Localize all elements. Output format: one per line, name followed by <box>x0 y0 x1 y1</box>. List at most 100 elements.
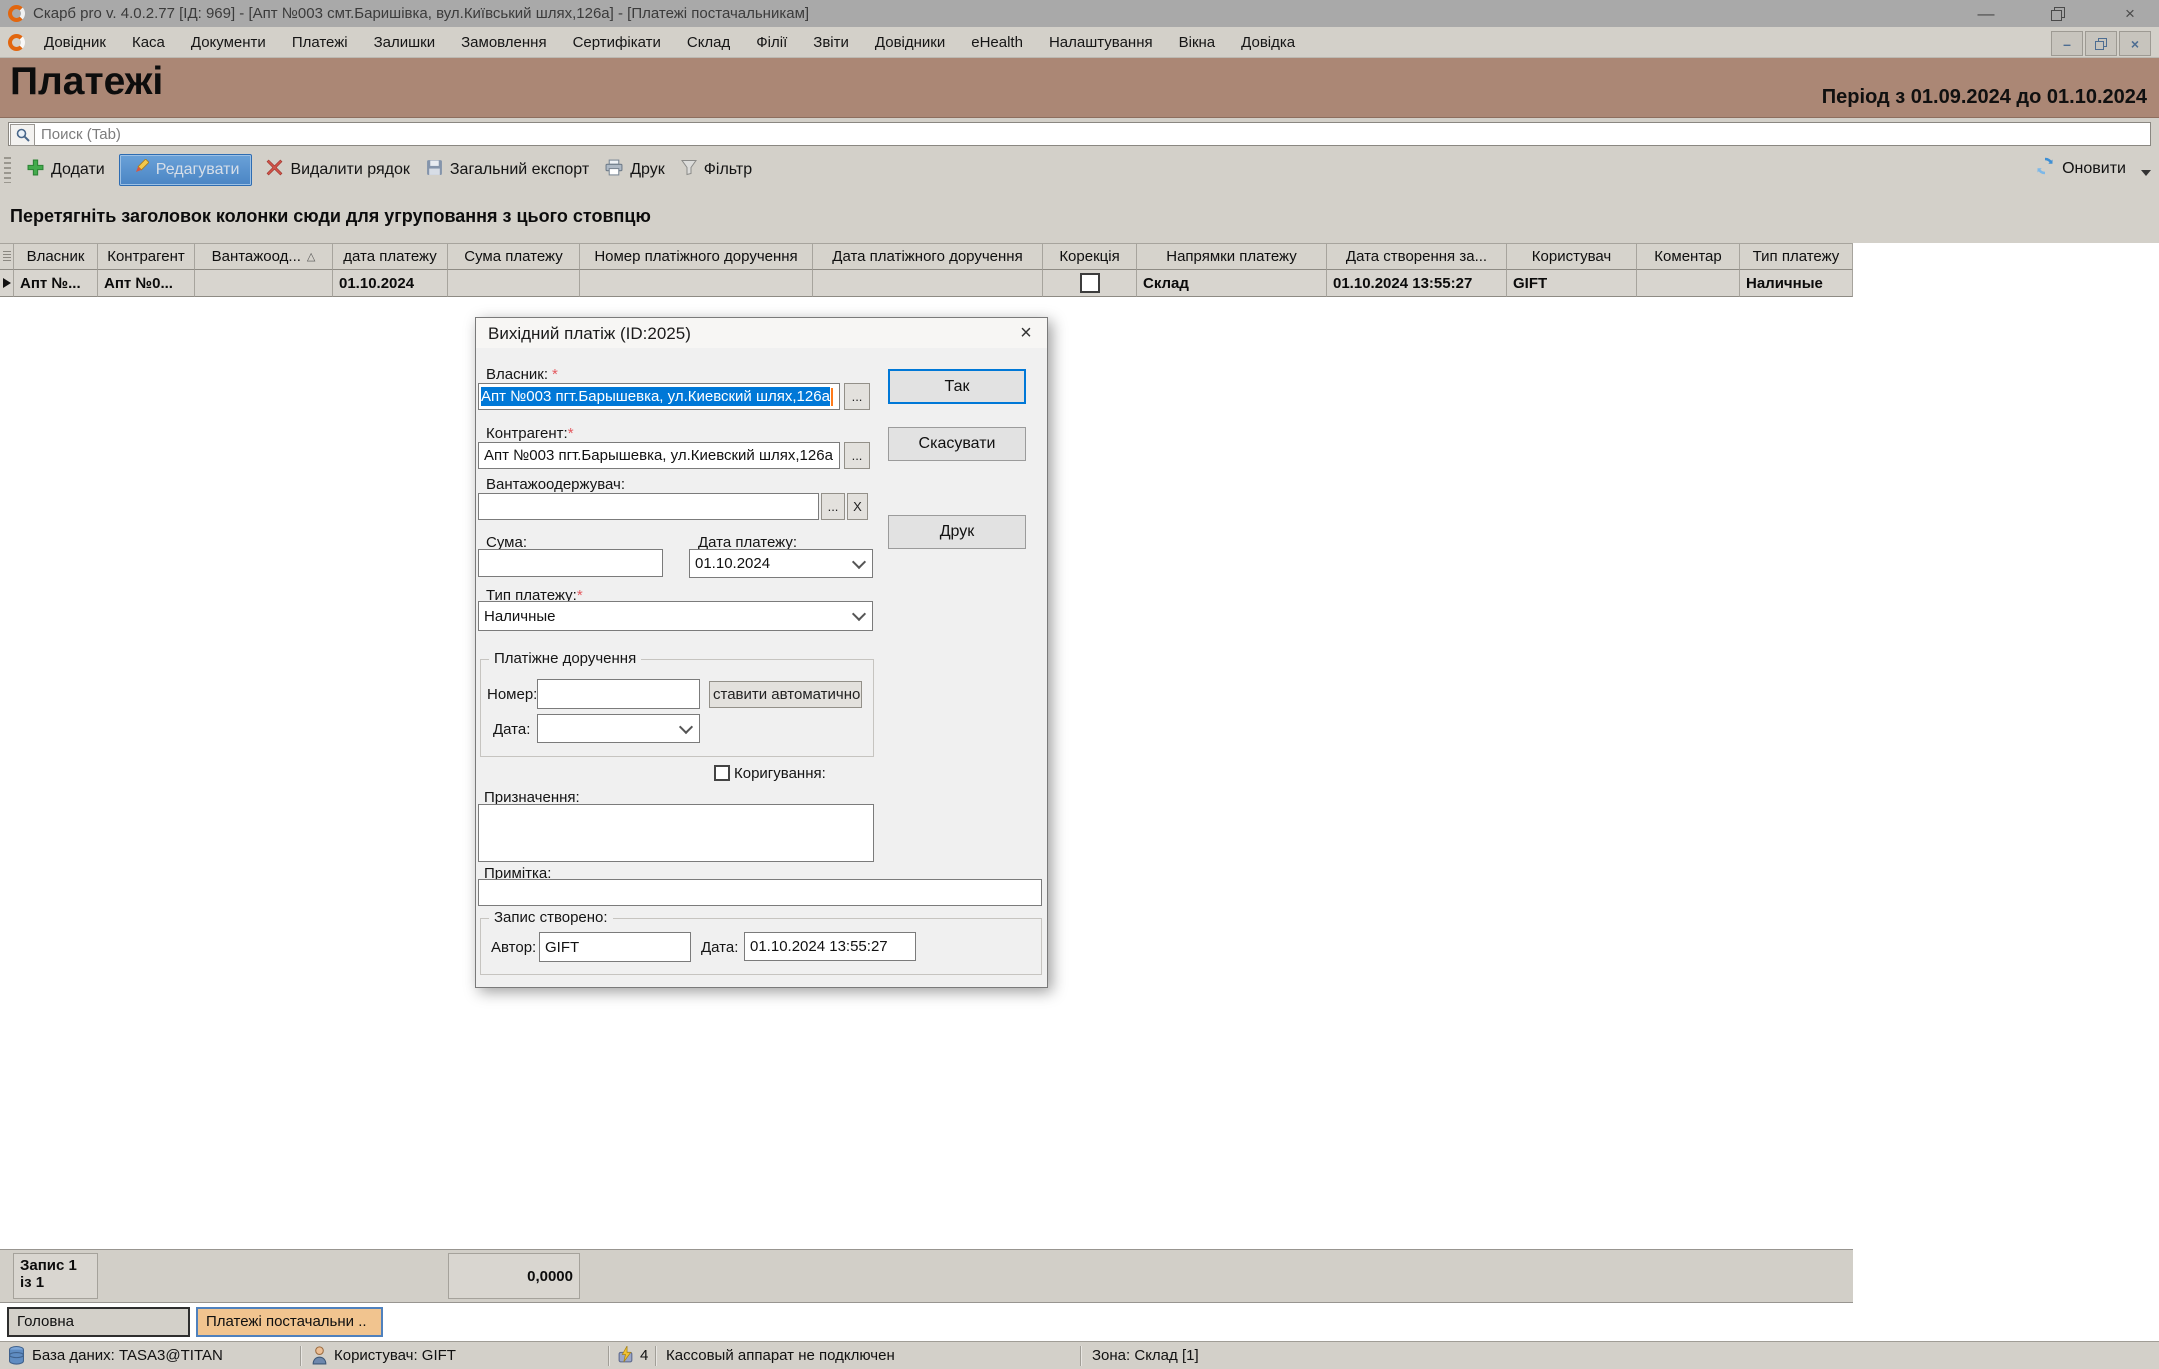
grid-cell: Наличные <box>1740 270 1853 297</box>
column-header[interactable]: Контрагент <box>98 243 195 270</box>
search-bar <box>0 118 2159 150</box>
group-hint-label: Перетягніть заголовок колонки сюди для у… <box>10 206 651 227</box>
row-selector-cell <box>0 270 14 297</box>
column-header[interactable]: Номер платіжного доручення <box>580 243 813 270</box>
grid-corner-cell <box>0 243 14 270</box>
ok-button[interactable]: Так <box>888 369 1026 404</box>
consignee-label: Вантажоодержувач: <box>486 476 625 493</box>
owner-input[interactable]: Апт №003 пгт.Барышевка, ул.Киевский шлях… <box>478 383 840 410</box>
menu-item-15[interactable]: Довідка <box>1228 27 1308 58</box>
column-header[interactable]: Сума платежу <box>448 243 580 270</box>
tab-bar: Головна Платежі постачальни .. <box>0 1303 2159 1341</box>
menu-item-4[interactable]: Платежі <box>279 27 361 58</box>
menu-item-2[interactable]: Каса <box>119 27 178 58</box>
refresh-icon <box>2035 156 2055 181</box>
menu-item-14[interactable]: Вікна <box>1166 27 1229 58</box>
grid-cell: GIFT <box>1507 270 1637 297</box>
correction-checkbox[interactable] <box>714 765 730 781</box>
menu-item-11[interactable]: Довідники <box>862 27 958 58</box>
auto-number-button[interactable]: ставити автоматично <box>709 681 862 708</box>
contragent-browse-button[interactable]: ... <box>844 442 870 469</box>
menu-item-9[interactable]: Філії <box>743 27 800 58</box>
delete-row-button[interactable]: Видалити рядок <box>258 155 417 185</box>
menu-item-5[interactable]: Залишки <box>361 27 449 58</box>
column-header[interactable]: Корекція <box>1043 243 1137 270</box>
purpose-textarea[interactable] <box>478 804 874 862</box>
cash-status-label: Кассовый аппарат не подключен <box>666 1347 895 1364</box>
contragent-input[interactable] <box>478 442 840 469</box>
column-header[interactable]: Дата створення за... <box>1327 243 1507 270</box>
pay-type-combo[interactable]: Наличные <box>478 601 873 631</box>
order-date-combo[interactable] <box>537 714 700 743</box>
correction-cell-checkbox[interactable] <box>1080 273 1100 293</box>
column-header[interactable]: Власник <box>14 243 98 270</box>
search-input[interactable] <box>8 122 2151 146</box>
search-icon[interactable] <box>10 124 35 146</box>
cancel-button[interactable]: Скасувати <box>888 427 1026 461</box>
sum-total-box: 0,0000 <box>448 1253 580 1299</box>
dialog-close-icon[interactable]: × <box>1011 318 1041 348</box>
grid-row[interactable]: Апт №...Апт №0...01.10.2024Склад01.10.20… <box>0 270 1853 297</box>
required-mark: * <box>552 366 558 383</box>
close-icon[interactable]: × <box>2107 0 2153 27</box>
chevron-down-icon <box>679 719 693 733</box>
grid-cell <box>195 270 333 297</box>
menu-item-6[interactable]: Замовлення <box>448 27 559 58</box>
column-header[interactable]: Тип платежу <box>1740 243 1853 270</box>
text-caret <box>831 388 833 406</box>
sum-input[interactable] <box>478 549 663 577</box>
group-panel[interactable]: Перетягніть заголовок колонки сюди для у… <box>0 190 2159 243</box>
column-header[interactable]: Напрямки платежу <box>1137 243 1327 270</box>
mdi-close-icon[interactable]: × <box>2119 31 2151 56</box>
column-header[interactable]: Користувач <box>1507 243 1637 270</box>
menu-item-10[interactable]: Звіти <box>800 27 862 58</box>
grid-cell <box>580 270 813 297</box>
tab-main[interactable]: Головна <box>7 1307 190 1337</box>
consignee-browse-button[interactable]: ... <box>821 493 845 520</box>
period-label: Період з 01.09.2024 до 01.10.2024 <box>1822 86 2147 109</box>
menu-item-7[interactable]: Сертифікати <box>560 27 674 58</box>
grid-cell <box>1637 270 1740 297</box>
owner-label: Власник:* <box>486 366 558 383</box>
menu-item-12[interactable]: eHealth <box>958 27 1036 58</box>
menu-item-1[interactable]: Довідник <box>31 27 119 58</box>
minimize-icon[interactable]: — <box>1963 0 2009 27</box>
contragent-label: Контрагент:* <box>486 425 574 442</box>
owner-browse-button[interactable]: ... <box>844 383 870 410</box>
order-date-label: Дата: <box>493 721 530 738</box>
column-header[interactable]: Коментар <box>1637 243 1740 270</box>
consignee-input[interactable] <box>478 493 819 520</box>
mdi-minimize-icon[interactable]: – <box>2051 31 2083 56</box>
refresh-button[interactable]: Оновити <box>2035 156 2151 181</box>
pay-date-combo[interactable]: 01.10.2024 <box>689 549 873 578</box>
payment-order-group: Платіжне доручення Номер: ставити автома… <box>480 659 874 757</box>
tab-payments[interactable]: Платежі постачальни .. <box>196 1307 383 1337</box>
print-icon <box>605 159 623 181</box>
column-header[interactable]: дата платежу <box>333 243 448 270</box>
author-input[interactable] <box>539 932 691 962</box>
filter-button[interactable]: Фільтр <box>673 155 760 185</box>
toolbar-grip-icon[interactable] <box>4 157 11 183</box>
edit-button[interactable]: Редагувати <box>119 154 253 186</box>
mdi-restore-icon[interactable] <box>2085 31 2117 56</box>
order-number-input[interactable] <box>537 679 700 709</box>
note-input[interactable] <box>478 879 1042 906</box>
export-button[interactable]: Загальний експорт <box>418 155 597 185</box>
menu-item-13[interactable]: Налаштування <box>1036 27 1166 58</box>
consignee-clear-button[interactable]: X <box>847 493 868 520</box>
menu-item-3[interactable]: Документи <box>178 27 279 58</box>
grid-cell: Апт №0... <box>98 270 195 297</box>
sort-asc-icon: △ <box>307 250 315 263</box>
dialog-print-button[interactable]: Друк <box>888 515 1026 549</box>
author-label: Автор: <box>491 939 536 956</box>
add-button[interactable]: Додати <box>19 155 113 185</box>
cash-device-icon <box>618 1346 634 1368</box>
grid-header: ВласникКонтрагентВантажоод...△дата плате… <box>0 243 1853 270</box>
column-header[interactable]: Вантажоод...△ <box>195 243 333 270</box>
menu-item-8[interactable]: Склад <box>674 27 743 58</box>
restore-icon[interactable] <box>2035 0 2081 27</box>
refresh-dropdown-caret-icon[interactable] <box>2141 170 2151 176</box>
created-date-input[interactable] <box>744 932 916 961</box>
column-header[interactable]: Дата платіжного доручення <box>813 243 1043 270</box>
print-button[interactable]: Друк <box>597 155 673 185</box>
